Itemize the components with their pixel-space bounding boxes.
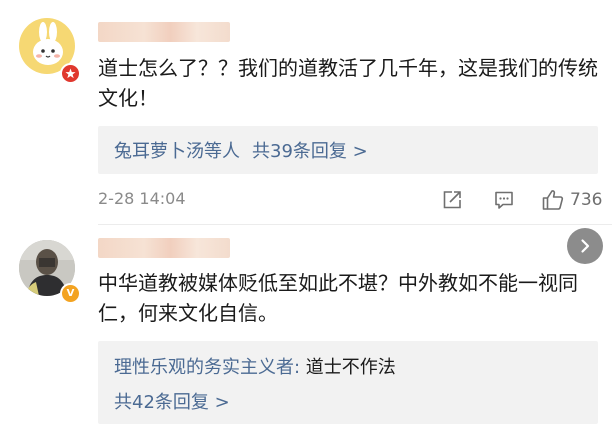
reply-participants[interactable]: 兔耳萝卜汤等人 — [114, 141, 240, 162]
chevron-right-icon — [581, 239, 590, 253]
timestamp: 2-28 14:04 — [98, 189, 186, 208]
next-button[interactable] — [567, 228, 603, 264]
avatar[interactable]: V — [19, 240, 81, 304]
comment-icon — [495, 191, 513, 209]
reply-preview-box[interactable]: 理性乐观的务实主义者: 道士不作法 共42条回复 > — [98, 341, 598, 424]
reply-count-link[interactable]: 共42条回复 > — [114, 392, 230, 413]
reply-author[interactable]: 理性乐观的务实主义者: — [114, 357, 300, 378]
reply-preview-box[interactable]: 兔耳萝卜汤等人 共39条回复 > — [98, 126, 598, 174]
comment-divider — [98, 224, 612, 225]
comment-text: 道士怎么了？？我们的道教活了几千年，这是我们的传统文化！ — [98, 56, 598, 110]
like-button[interactable]: 736 — [541, 187, 602, 213]
comment-button[interactable] — [493, 187, 515, 213]
reply-preview-text: 道士不作法 — [300, 357, 396, 378]
share-icon — [443, 191, 461, 209]
star-badge-icon — [60, 63, 81, 84]
like-count: 736 — [570, 190, 603, 210]
thumbs-up-icon — [542, 190, 564, 210]
comment-meta-row: 2-28 14:04 736 — [98, 187, 606, 213]
username[interactable] — [98, 22, 230, 42]
avatar[interactable] — [19, 18, 81, 84]
comment-text: 中华道教被媒体贬低至如此不堪？中外教如不能一视同仁，何来文化自信。 — [98, 271, 578, 325]
share-button[interactable] — [441, 187, 463, 213]
reply-count-link[interactable]: 共39条回复 > — [252, 141, 368, 162]
username[interactable] — [98, 238, 230, 258]
verified-v-badge-icon: V — [60, 283, 81, 304]
